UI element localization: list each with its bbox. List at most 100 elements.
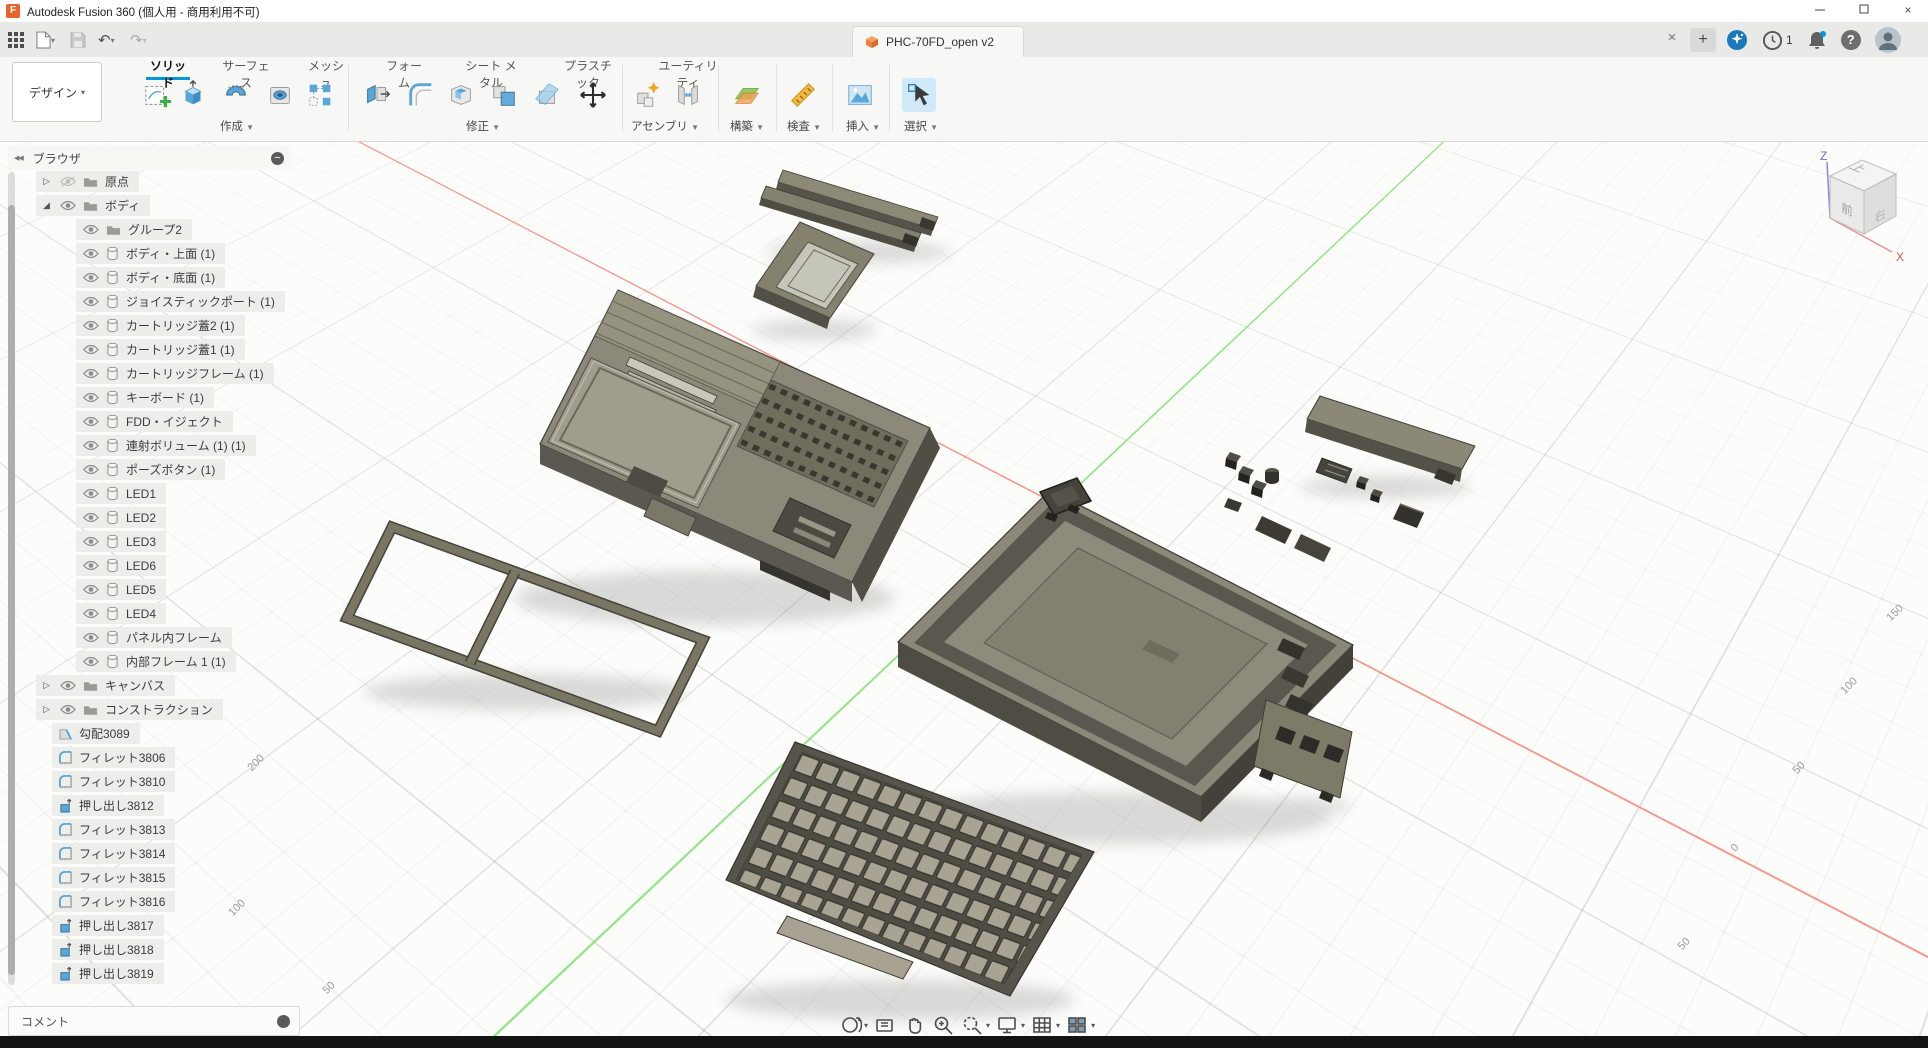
extrude-icon[interactable]	[176, 78, 210, 112]
split-body-icon[interactable]	[530, 78, 564, 112]
browser-item-16[interactable]: LED6	[76, 555, 166, 576]
collapse-arrow-icon[interactable]: ◢	[43, 200, 53, 211]
chevron-down-icon[interactable]: ▾	[986, 1021, 990, 1030]
browser-scrollbar[interactable]	[8, 172, 15, 985]
browser-item-21[interactable]: ▷キャンバス	[36, 675, 175, 696]
browser-item-9[interactable]: キーボード (1)	[76, 387, 214, 408]
group-label-2[interactable]: アセンブリ ▼	[625, 118, 705, 134]
browser-item-1[interactable]: ◢ボディ	[36, 195, 150, 216]
browser-item-33[interactable]: 押し出し3819	[52, 963, 164, 984]
browser-item-17[interactable]: LED5	[76, 579, 166, 600]
visibility-eye-icon[interactable]	[83, 584, 99, 595]
browser-item-4[interactable]: ボディ・底面 (1)	[76, 267, 225, 288]
group-label-1[interactable]: 修正 ▼	[443, 118, 523, 134]
chevron-down-icon[interactable]: ▾	[864, 1021, 868, 1030]
pan-button[interactable]	[902, 1013, 926, 1037]
collapse-panel-icon[interactable]: ◀◀	[14, 154, 23, 162]
browser-item-24[interactable]: フィレット3806	[52, 747, 175, 768]
visibility-eye-icon[interactable]	[83, 608, 99, 619]
visibility-eye-icon[interactable]	[83, 488, 99, 499]
chevron-down-icon[interactable]: ▾	[1091, 1021, 1095, 1030]
tab-close-icon[interactable]: ×	[1662, 29, 1682, 46]
browser-item-5[interactable]: ジョイスティックポート (1)	[76, 291, 285, 312]
visibility-eye-icon[interactable]	[60, 680, 76, 691]
chevron-down-icon[interactable]: ▾	[1056, 1021, 1060, 1030]
workspace-switcher[interactable]: デザイン ▾	[12, 62, 102, 122]
ribbon-tab-0[interactable]: ソリッド	[146, 57, 190, 80]
browser-item-15[interactable]: LED3	[76, 531, 166, 552]
browser-item-29[interactable]: フィレット3815	[52, 867, 175, 888]
joint-icon[interactable]	[671, 78, 705, 112]
pattern-icon[interactable]	[303, 78, 337, 112]
visibility-eye-icon[interactable]	[83, 416, 99, 427]
press-pull-icon[interactable]	[360, 78, 394, 112]
file-menu-button[interactable]: ▾	[36, 30, 55, 50]
grid-settings-button[interactable]: ▾	[1030, 1013, 1060, 1037]
browser-item-28[interactable]: フィレット3814	[52, 843, 175, 864]
visibility-eye-icon[interactable]	[83, 560, 99, 571]
close-button[interactable]: ×	[1888, 0, 1928, 21]
visibility-eye-icon[interactable]	[60, 200, 76, 211]
visibility-eye-icon[interactable]	[83, 248, 99, 259]
browser-item-27[interactable]: フィレット3813	[52, 819, 175, 840]
browser-item-30[interactable]: フィレット3816	[52, 891, 175, 912]
minimize-button[interactable]	[1800, 0, 1840, 21]
browser-item-23[interactable]: 勾配3089	[52, 723, 140, 744]
browser-item-0[interactable]: ▷原点	[36, 171, 139, 192]
extensions-icon[interactable]	[1726, 29, 1748, 51]
browser-item-22[interactable]: ▷コンストラクション	[36, 699, 223, 720]
visibility-eye-icon[interactable]	[60, 704, 76, 715]
browser-header[interactable]: ◀◀ ブラウザ −	[8, 146, 292, 170]
visibility-eye-icon[interactable]	[83, 536, 99, 547]
group-label-0[interactable]: 作成 ▼	[197, 118, 277, 134]
visibility-eye-icon[interactable]	[83, 368, 99, 379]
group-label-6[interactable]: 選択 ▼	[881, 118, 961, 134]
zoom-button[interactable]	[931, 1013, 955, 1037]
new-component-icon[interactable]	[631, 78, 665, 112]
visibility-eye-icon[interactable]	[83, 272, 99, 283]
document-tab[interactable]: PHC-70FD_open v2	[852, 26, 1024, 57]
browser-item-7[interactable]: カートリッジ蓋1 (1)	[76, 339, 245, 360]
browser-item-14[interactable]: LED2	[76, 507, 166, 528]
browser-item-2[interactable]: グループ2	[76, 219, 192, 240]
maximize-button[interactable]	[1844, 0, 1884, 21]
browser-item-13[interactable]: LED1	[76, 483, 166, 504]
move-icon[interactable]	[576, 78, 610, 112]
combine-icon[interactable]	[487, 78, 521, 112]
measure-icon[interactable]	[786, 78, 820, 112]
visibility-eye-icon[interactable]	[83, 512, 99, 523]
job-status-button[interactable]: 1	[1762, 30, 1793, 51]
browser-item-26[interactable]: 押し出し3812	[52, 795, 164, 816]
visibility-eye-icon[interactable]	[83, 464, 99, 475]
visibility-eye-icon[interactable]	[83, 296, 99, 307]
browser-item-32[interactable]: 押し出し3818	[52, 939, 164, 960]
viewports-button[interactable]: ▾	[1065, 1013, 1095, 1037]
fillet-icon[interactable]	[404, 78, 438, 112]
visibility-eye-icon[interactable]	[83, 392, 99, 403]
add-comment-icon[interactable]: +	[277, 1015, 290, 1028]
browser-item-8[interactable]: カートリッジフレーム (1)	[76, 363, 274, 384]
hide-all-button[interactable]: −	[271, 152, 284, 165]
expand-arrow-icon[interactable]: ▷	[43, 680, 53, 691]
select-icon[interactable]	[902, 78, 936, 112]
app-grid-button[interactable]	[8, 30, 24, 50]
browser-item-3[interactable]: ボディ・上面 (1)	[76, 243, 225, 264]
browser-item-31[interactable]: 押し出し3817	[52, 915, 164, 936]
ribbon-tab-3[interactable]: フォーム	[383, 57, 425, 77]
insert-canvas-icon[interactable]	[843, 78, 877, 112]
user-avatar[interactable]	[1875, 27, 1901, 53]
ribbon-tab-2[interactable]: メッシュ	[305, 57, 347, 77]
look-at-button[interactable]	[873, 1013, 897, 1037]
ribbon-tab-4[interactable]: シート メタル	[462, 57, 520, 77]
expand-arrow-icon[interactable]: ▷	[43, 176, 53, 187]
timeline-bar[interactable]	[0, 1036, 1928, 1048]
notifications-bell-icon[interactable]	[1807, 30, 1827, 51]
visibility-eye-icon[interactable]	[83, 440, 99, 451]
browser-item-20[interactable]: 内部フレーム 1 (1)	[76, 651, 236, 672]
scrollbar-thumb[interactable]	[8, 205, 15, 975]
help-icon[interactable]: ?	[1841, 30, 1861, 50]
undo-button[interactable]: ↶▾	[98, 30, 115, 50]
redo-button[interactable]: ↷▾	[130, 30, 147, 50]
browser-item-12[interactable]: ポーズボタン (1)	[76, 459, 225, 480]
save-button[interactable]	[70, 30, 86, 50]
